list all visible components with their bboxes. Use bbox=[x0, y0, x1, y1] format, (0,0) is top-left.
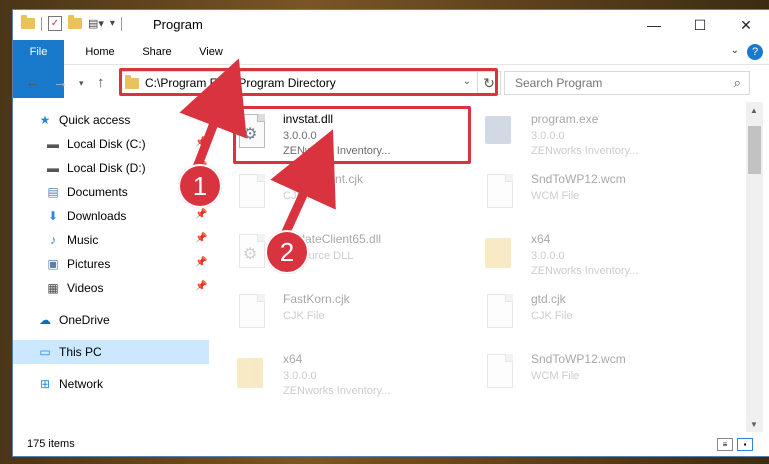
annotation-arrows bbox=[179, 58, 336, 237]
arrow-to-dll-file bbox=[270, 129, 336, 237]
arrow-to-address-bar bbox=[179, 58, 247, 175]
step-callout-2: 2 bbox=[265, 230, 309, 274]
step-callout-1: 1 bbox=[178, 164, 222, 208]
